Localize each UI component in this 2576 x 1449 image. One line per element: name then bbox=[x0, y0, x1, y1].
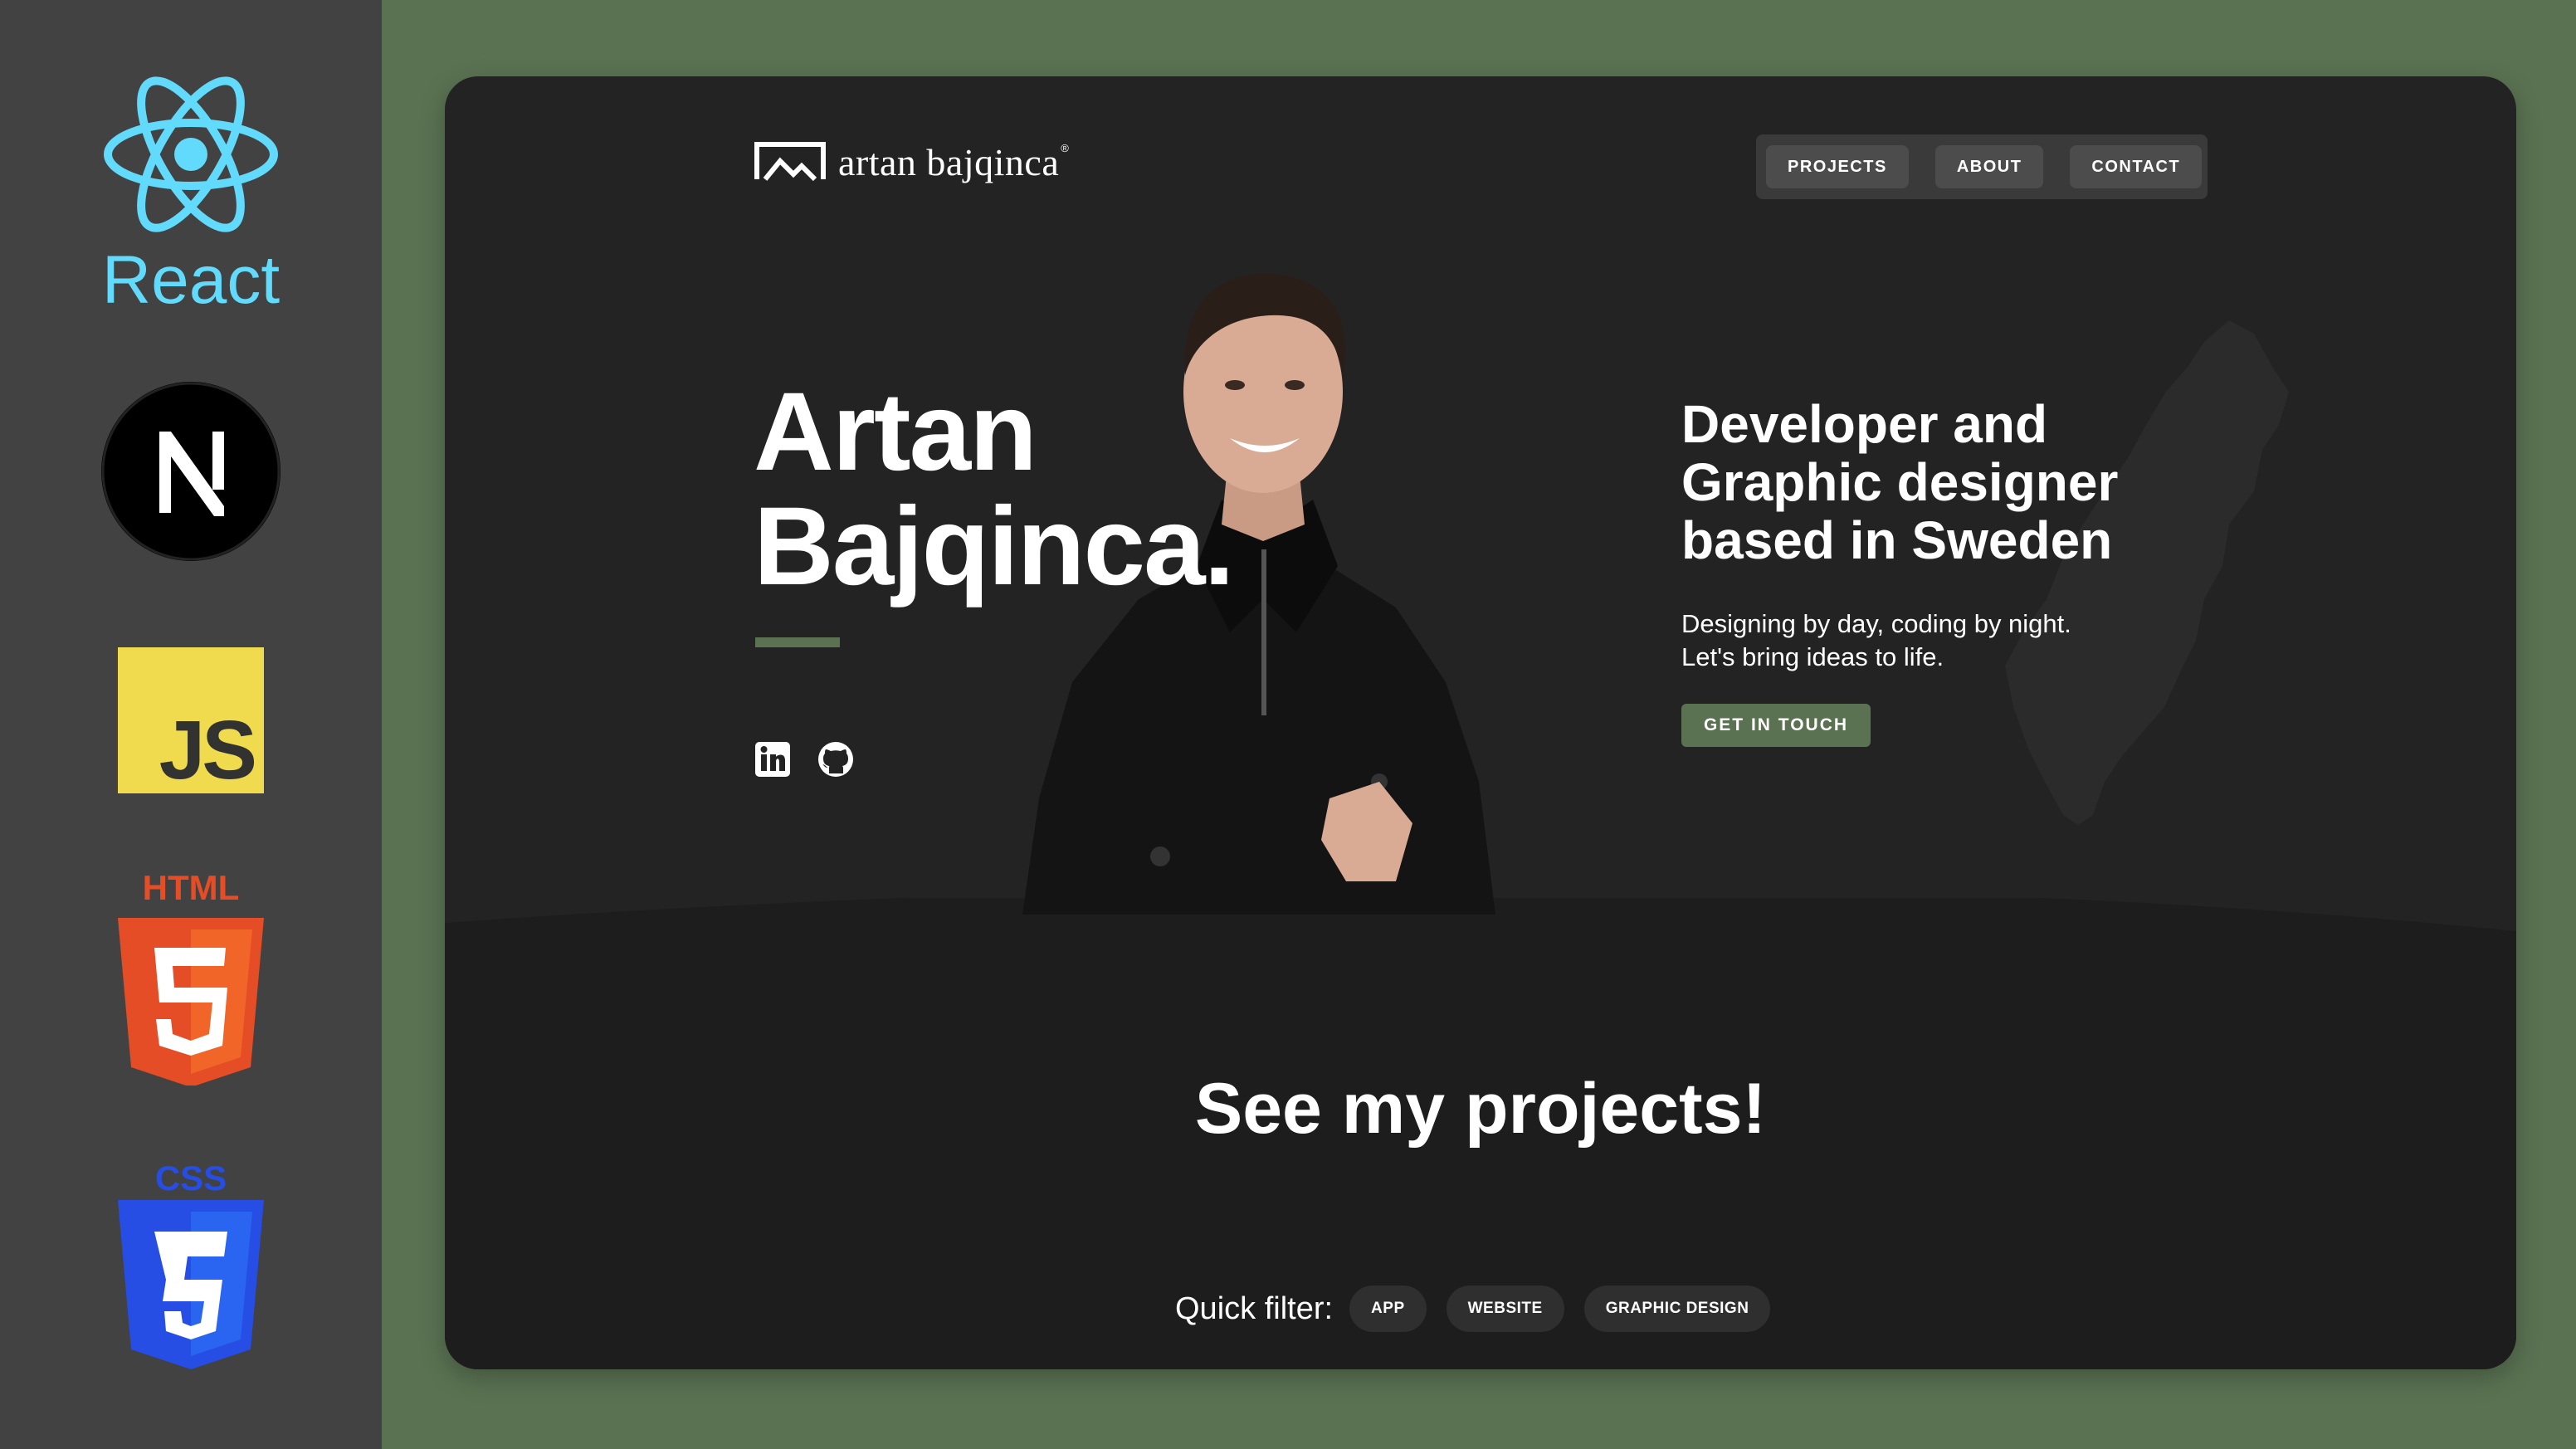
html5-logo: HTML bbox=[0, 870, 382, 1086]
javascript-label: JS bbox=[159, 704, 257, 797]
html-label: HTML bbox=[143, 870, 240, 907]
react-label: React bbox=[101, 242, 281, 318]
tech-stack-sidebar: React JS HTML CSS bbox=[0, 0, 382, 1449]
quick-filter-label: Quick filter: bbox=[1175, 1290, 1334, 1326]
nav-projects-button[interactable]: PROJECTS bbox=[1766, 145, 1909, 188]
filter-chip-website[interactable]: WEBSITE bbox=[1446, 1286, 1564, 1332]
intro-text: Designing by day, coding by night. Let's… bbox=[1681, 607, 2071, 674]
nextjs-icon bbox=[101, 382, 281, 561]
social-links bbox=[754, 740, 855, 778]
react-icon bbox=[104, 76, 278, 232]
intro-line: Let's bring ideas to life. bbox=[1681, 642, 1944, 671]
filter-chip-graphic-design[interactable]: GRAPHIC DESIGN bbox=[1583, 1286, 1771, 1332]
css3-logo: CSS bbox=[0, 1160, 382, 1376]
nav-contact-button[interactable]: CONTACT bbox=[2070, 145, 2203, 188]
filter-chip-app[interactable]: APP bbox=[1349, 1286, 1427, 1332]
brand-logo[interactable]: artan bajqinca ® bbox=[754, 141, 1069, 184]
nextjs-logo bbox=[0, 380, 382, 563]
hero-name-last: Bajqinca. bbox=[754, 485, 1235, 608]
get-in-touch-button[interactable]: GET IN TOUCH bbox=[1681, 704, 1871, 747]
brand-name: artan bajqinca bbox=[838, 141, 1060, 183]
javascript-logo: JS bbox=[0, 647, 382, 793]
javascript-icon: JS bbox=[118, 647, 264, 793]
website-preview: artan bajqinca ® PROJECTS ABOUT CONTACT … bbox=[445, 76, 2516, 1369]
registered-mark-icon: ® bbox=[1061, 141, 1069, 154]
tagline-line: Developer and bbox=[1681, 394, 2048, 454]
brand-mark-icon bbox=[754, 142, 826, 182]
main-nav: PROJECTS ABOUT CONTACT bbox=[1756, 134, 2208, 199]
tagline: Developer and Graphic designer based in … bbox=[1681, 395, 2118, 569]
react-logo bbox=[0, 71, 382, 237]
tagline-line: Graphic designer bbox=[1681, 452, 2119, 512]
linkedin-icon[interactable] bbox=[754, 740, 792, 778]
accent-underline bbox=[755, 637, 840, 647]
hero-name-first: Artan bbox=[754, 370, 1037, 494]
html5-icon: HTML bbox=[118, 870, 264, 1086]
hero-name: Artan Bajqinca. bbox=[754, 370, 1235, 608]
css-label: CSS bbox=[155, 1160, 227, 1198]
css3-icon: CSS bbox=[118, 1160, 264, 1369]
tagline-line: based in Sweden bbox=[1681, 510, 2113, 570]
nav-about-button[interactable]: ABOUT bbox=[1934, 145, 2044, 188]
quick-filter: Quick filter: APP WEBSITE GRAPHIC DESIGN bbox=[1175, 1285, 1771, 1333]
intro-line: Designing by day, coding by night. bbox=[1681, 609, 2071, 638]
github-icon[interactable] bbox=[817, 740, 855, 778]
projects-heading: See my projects! bbox=[1194, 1069, 1767, 1149]
